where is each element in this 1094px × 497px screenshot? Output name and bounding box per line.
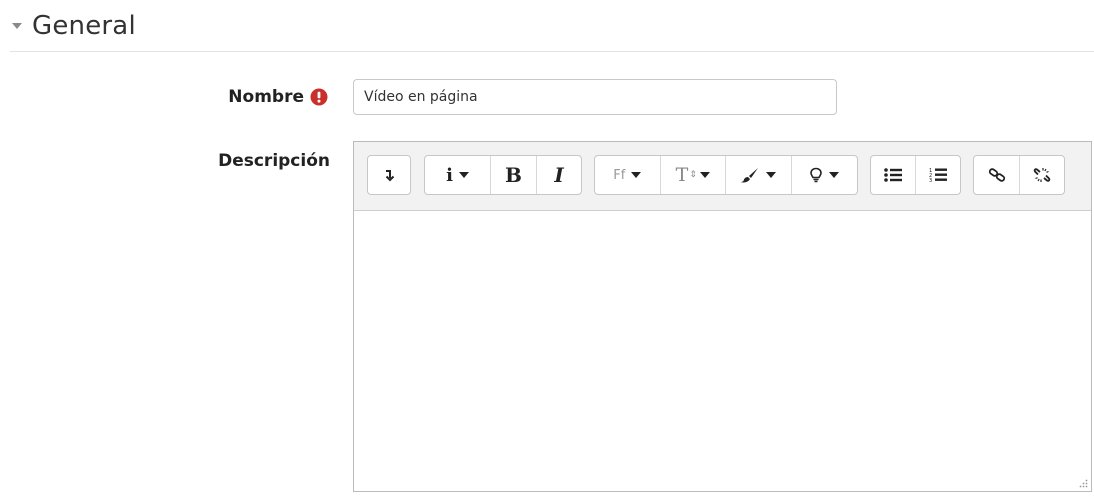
exclamation-circle-icon <box>310 88 328 106</box>
paragraph-style-button[interactable]: i <box>425 156 491 194</box>
unlink-icon <box>1033 168 1051 182</box>
editor-toolbar: i B I Ff T ⇕ 1 2 3 <box>354 142 1091 211</box>
bold-icon: B <box>505 163 522 187</box>
caret-down-icon[interactable] <box>10 19 24 33</box>
color-brush-icon <box>740 168 759 183</box>
toolbar-group-more <box>367 155 411 195</box>
chevron-down-icon <box>766 172 777 178</box>
bold-button[interactable]: B <box>491 156 537 194</box>
section-divider <box>10 51 1094 52</box>
description-editor: i B I Ff T ⇕ 1 2 3 <box>353 141 1092 492</box>
show-more-button[interactable] <box>368 156 410 194</box>
toolbar-group-style: i B I <box>424 155 582 195</box>
info-style-icon: i <box>446 164 453 186</box>
ordered-list-button[interactable]: 1 2 3 <box>916 156 960 194</box>
toolbar-group-font: Ff T ⇕ <box>594 155 858 195</box>
font-family-icon: Ff <box>613 167 626 183</box>
unordered-list-icon <box>884 168 902 182</box>
italic-icon: I <box>554 163 564 187</box>
toolbar-group-links <box>973 155 1065 195</box>
link-icon <box>988 168 1005 182</box>
name-label-row: Nombre <box>228 87 328 107</box>
font-family-button[interactable]: Ff <box>595 156 661 194</box>
show-more-icon <box>385 170 395 182</box>
section-header-general[interactable]: General <box>10 6 136 46</box>
font-size-button[interactable]: T ⇕ <box>661 156 726 194</box>
font-size-arrows-icon: ⇕ <box>689 170 697 180</box>
font-size-icon: T <box>675 164 689 186</box>
toolbar-group-lists: 1 2 3 <box>870 155 961 195</box>
color-brush-button[interactable] <box>726 156 792 194</box>
section-title: General <box>32 11 136 41</box>
svg-text:3: 3 <box>929 178 932 183</box>
bulb-button[interactable] <box>792 156 858 194</box>
resize-handle-icon[interactable] <box>1078 478 1088 488</box>
description-editor-area[interactable] <box>354 211 1091 491</box>
chevron-down-icon <box>829 172 840 178</box>
italic-button[interactable]: I <box>537 156 581 194</box>
link-button[interactable] <box>974 156 1020 194</box>
chevron-down-icon <box>699 172 710 178</box>
bulb-icon <box>810 167 823 183</box>
ordered-list-icon: 1 2 3 <box>929 168 947 183</box>
chevron-down-icon <box>631 172 642 178</box>
unordered-list-button[interactable] <box>871 156 916 194</box>
name-input[interactable] <box>353 79 837 115</box>
chevron-down-icon <box>458 172 469 178</box>
name-label: Nombre <box>228 87 304 107</box>
unlink-button[interactable] <box>1020 156 1064 194</box>
description-label: Descripción <box>218 151 330 171</box>
